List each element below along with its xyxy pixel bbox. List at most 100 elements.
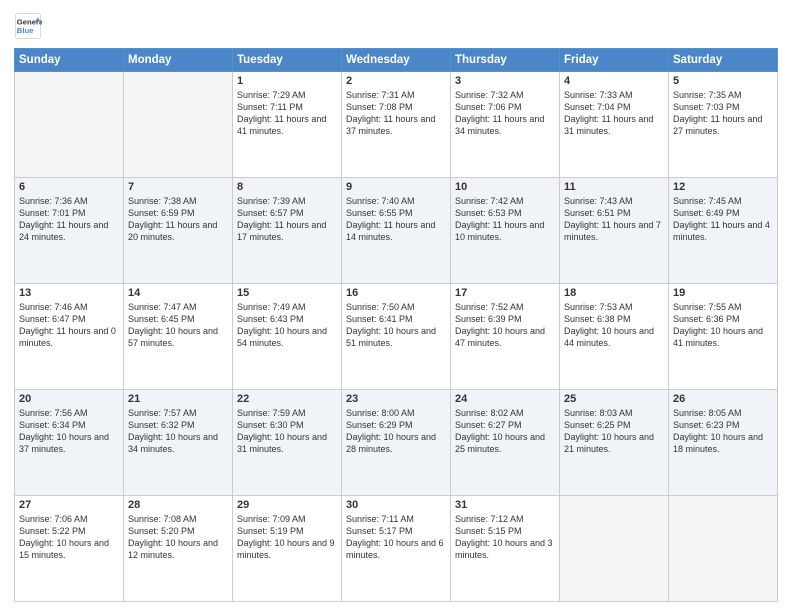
calendar-cell: 19 Sunrise: 7:55 AMSunset: 6:36 PMDayligh… [669, 284, 778, 390]
day-number: 19 [673, 287, 773, 299]
logo-icon: General Blue [14, 12, 42, 40]
cell-info: Sunrise: 7:35 AMSunset: 7:03 PMDaylight:… [673, 89, 773, 138]
calendar-cell: 8 Sunrise: 7:39 AMSunset: 6:57 PMDaylight… [233, 178, 342, 284]
calendar-cell: 29 Sunrise: 7:09 AMSunset: 5:19 PMDayligh… [233, 496, 342, 602]
cell-info: Sunrise: 7:08 AMSunset: 5:20 PMDaylight:… [128, 513, 228, 562]
cell-info: Sunrise: 7:56 AMSunset: 6:34 PMDaylight:… [19, 407, 119, 456]
cell-info: Sunrise: 7:11 AMSunset: 5:17 PMDaylight:… [346, 513, 446, 562]
cell-info: Sunrise: 8:03 AMSunset: 6:25 PMDaylight:… [564, 407, 664, 456]
day-number: 9 [346, 181, 446, 193]
cell-info: Sunrise: 7:49 AMSunset: 6:43 PMDaylight:… [237, 301, 337, 350]
day-header-monday: Monday [124, 49, 233, 72]
calendar-week-row: 27 Sunrise: 7:06 AMSunset: 5:22 PMDayligh… [15, 496, 778, 602]
calendar-cell: 22Sunrise: 7:59 AMSunset: 6:30 PMDayligh… [233, 390, 342, 496]
cell-info: Sunrise: 7:59 AMSunset: 6:30 PMDaylight:… [237, 407, 337, 456]
logo: General Blue [14, 12, 45, 40]
cell-info: Sunrise: 7:40 AMSunset: 6:55 PMDaylight:… [346, 195, 446, 244]
calendar-cell: 24 Sunrise: 8:02 AMSunset: 6:27 PMDayligh… [451, 390, 560, 496]
day-number: 4 [564, 75, 664, 87]
day-number: 11 [564, 181, 664, 193]
cell-info: Sunrise: 8:00 AMSunset: 6:29 PMDaylight:… [346, 407, 446, 456]
cell-info: Sunrise: 8:02 AMSunset: 6:27 PMDaylight:… [455, 407, 555, 456]
cell-info: Sunrise: 7:52 AMSunset: 6:39 PMDaylight:… [455, 301, 555, 350]
day-number: 18 [564, 287, 664, 299]
day-number: 6 [19, 181, 119, 193]
calendar-cell: 6 Sunrise: 7:36 AMSunset: 7:01 PMDaylight… [15, 178, 124, 284]
cell-info: Sunrise: 7:06 AMSunset: 5:22 PMDaylight:… [19, 513, 119, 562]
day-number: 15 [237, 287, 337, 299]
calendar-cell: 30 Sunrise: 7:11 AMSunset: 5:17 PMDayligh… [342, 496, 451, 602]
day-number: 20 [19, 393, 119, 405]
day-header-thursday: Thursday [451, 49, 560, 72]
calendar-cell: 23 Sunrise: 8:00 AMSunset: 6:29 PMDayligh… [342, 390, 451, 496]
calendar-week-row: 13 Sunrise: 7:46 AMSunset: 6:47 PMDayligh… [15, 284, 778, 390]
day-number: 8 [237, 181, 337, 193]
calendar-cell: 10Sunrise: 7:42 AMSunset: 6:53 PMDayligh… [451, 178, 560, 284]
day-number: 16 [346, 287, 446, 299]
calendar-week-row: 20 Sunrise: 7:56 AMSunset: 6:34 PMDayligh… [15, 390, 778, 496]
calendar-week-row: 6 Sunrise: 7:36 AMSunset: 7:01 PMDaylight… [15, 178, 778, 284]
day-number: 26 [673, 393, 773, 405]
cell-info: Sunrise: 7:45 AMSunset: 6:49 PMDaylight:… [673, 195, 773, 244]
calendar-cell: 16 Sunrise: 7:50 AMSunset: 6:41 PMDayligh… [342, 284, 451, 390]
day-number: 3 [455, 75, 555, 87]
day-number: 5 [673, 75, 773, 87]
cell-info: Sunrise: 7:39 AMSunset: 6:57 PMDaylight:… [237, 195, 337, 244]
cell-info: Sunrise: 7:57 AMSunset: 6:32 PMDaylight:… [128, 407, 228, 456]
day-number: 28 [128, 499, 228, 511]
calendar-cell: 4 Sunrise: 7:33 AMSunset: 7:04 PMDaylight… [560, 72, 669, 178]
day-number: 23 [346, 393, 446, 405]
day-number: 29 [237, 499, 337, 511]
cell-info: Sunrise: 7:33 AMSunset: 7:04 PMDaylight:… [564, 89, 664, 138]
day-header-tuesday: Tuesday [233, 49, 342, 72]
day-number: 12 [673, 181, 773, 193]
svg-text:Blue: Blue [17, 26, 34, 35]
calendar-cell [15, 72, 124, 178]
calendar-cell: 5 Sunrise: 7:35 AMSunset: 7:03 PMDaylight… [669, 72, 778, 178]
day-header-saturday: Saturday [669, 49, 778, 72]
cell-info: Sunrise: 7:12 AMSunset: 5:15 PMDaylight:… [455, 513, 555, 562]
calendar-week-row: 1 Sunrise: 7:29 AMSunset: 7:11 PMDaylight… [15, 72, 778, 178]
calendar-cell: 1 Sunrise: 7:29 AMSunset: 7:11 PMDaylight… [233, 72, 342, 178]
day-header-wednesday: Wednesday [342, 49, 451, 72]
cell-info: Sunrise: 7:46 AMSunset: 6:47 PMDaylight:… [19, 301, 119, 350]
calendar-cell [124, 72, 233, 178]
day-number: 25 [564, 393, 664, 405]
calendar-cell: 20 Sunrise: 7:56 AMSunset: 6:34 PMDayligh… [15, 390, 124, 496]
day-number: 1 [237, 75, 337, 87]
cell-info: Sunrise: 8:05 AMSunset: 6:23 PMDaylight:… [673, 407, 773, 456]
day-number: 27 [19, 499, 119, 511]
day-number: 17 [455, 287, 555, 299]
calendar-cell [669, 496, 778, 602]
day-header-friday: Friday [560, 49, 669, 72]
calendar-cell [560, 496, 669, 602]
cell-info: Sunrise: 7:31 AMSunset: 7:08 PMDaylight:… [346, 89, 446, 138]
calendar-cell: 15 Sunrise: 7:49 AMSunset: 6:43 PMDayligh… [233, 284, 342, 390]
calendar-cell: 18 Sunrise: 7:53 AMSunset: 6:38 PMDayligh… [560, 284, 669, 390]
cell-info: Sunrise: 7:43 AMSunset: 6:51 PMDaylight:… [564, 195, 664, 244]
calendar-cell: 11 Sunrise: 7:43 AMSunset: 6:51 PMDayligh… [560, 178, 669, 284]
calendar-cell: 2Sunrise: 7:31 AMSunset: 7:08 PMDaylight… [342, 72, 451, 178]
cell-info: Sunrise: 7:36 AMSunset: 7:01 PMDaylight:… [19, 195, 119, 244]
day-header-sunday: Sunday [15, 49, 124, 72]
cell-info: Sunrise: 7:50 AMSunset: 6:41 PMDaylight:… [346, 301, 446, 350]
calendar-cell: 13 Sunrise: 7:46 AMSunset: 6:47 PMDayligh… [15, 284, 124, 390]
day-number: 31 [455, 499, 555, 511]
calendar-cell: 9 Sunrise: 7:40 AMSunset: 6:55 PMDaylight… [342, 178, 451, 284]
day-number: 21 [128, 393, 228, 405]
cell-info: Sunrise: 7:29 AMSunset: 7:11 PMDaylight:… [237, 89, 337, 138]
day-number: 10 [455, 181, 555, 193]
day-number: 30 [346, 499, 446, 511]
cell-info: Sunrise: 7:32 AMSunset: 7:06 PMDaylight:… [455, 89, 555, 138]
header: General Blue [14, 12, 778, 40]
day-number: 13 [19, 287, 119, 299]
cell-info: Sunrise: 7:38 AMSunset: 6:59 PMDaylight:… [128, 195, 228, 244]
day-number: 24 [455, 393, 555, 405]
cell-info: Sunrise: 7:47 AMSunset: 6:45 PMDaylight:… [128, 301, 228, 350]
page: General Blue SundayMondayTuesdayWednesda… [0, 0, 792, 612]
cell-info: Sunrise: 7:09 AMSunset: 5:19 PMDaylight:… [237, 513, 337, 562]
calendar-cell: 28 Sunrise: 7:08 AMSunset: 5:20 PMDayligh… [124, 496, 233, 602]
cell-info: Sunrise: 7:55 AMSunset: 6:36 PMDaylight:… [673, 301, 773, 350]
calendar-cell: 14Sunrise: 7:47 AMSunset: 6:45 PMDayligh… [124, 284, 233, 390]
cell-info: Sunrise: 7:53 AMSunset: 6:38 PMDaylight:… [564, 301, 664, 350]
